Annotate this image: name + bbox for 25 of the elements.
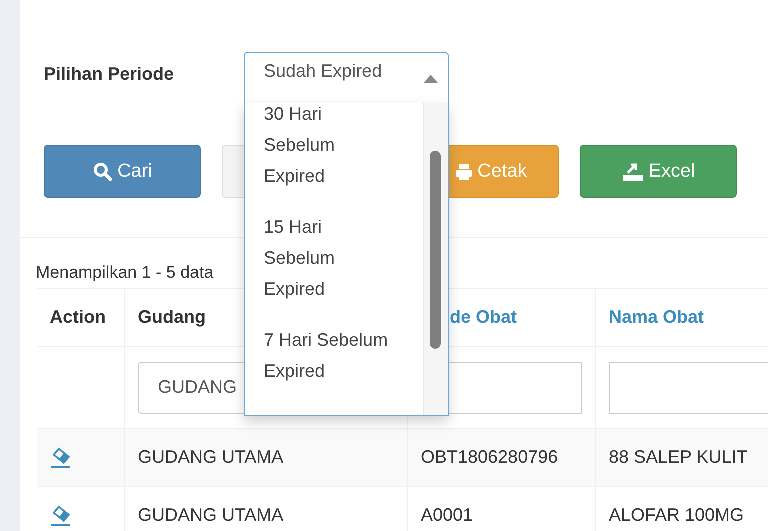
table-cell: A0001 (421, 505, 474, 526)
excel-button[interactable]: Excel (580, 145, 737, 198)
summary-text: Menampilkan 1 - 5 data (36, 262, 215, 284)
table-cell: OBT1806280796 (421, 447, 558, 468)
table-cell: GUDANG UTAMA (138, 447, 284, 468)
search-button[interactable]: Cari (44, 145, 201, 198)
column-sort-link[interactable]: Nama Obat (609, 307, 704, 328)
export-icon (622, 162, 644, 182)
period-option[interactable]: 15 Hari Sebelum Expired (245, 212, 414, 325)
eraser-icon[interactable] (50, 504, 72, 526)
period-option[interactable]: 30 Hari Sebelum Expired (245, 103, 414, 212)
table-cell: ALOFAR 100MG (609, 505, 744, 526)
table-cell: GUDANG UTAMA (138, 505, 284, 526)
period-option[interactable]: 7 Hari Sebelum Expired (245, 325, 414, 407)
table-cell: 88 SALEP KULIT (609, 447, 748, 468)
search-icon (92, 162, 113, 182)
column-header: Gudang (138, 307, 206, 328)
period-select[interactable]: Sudah Expired (244, 52, 449, 103)
printer-icon (454, 162, 473, 180)
column-header: Action (50, 307, 106, 328)
caret-icon (424, 75, 438, 83)
eraser-icon[interactable] (50, 446, 72, 468)
scrollbar-thumb[interactable] (430, 151, 442, 349)
period-label: Pilihan Periode (44, 64, 176, 85)
column-sort-link[interactable]: de Obat (450, 307, 518, 328)
